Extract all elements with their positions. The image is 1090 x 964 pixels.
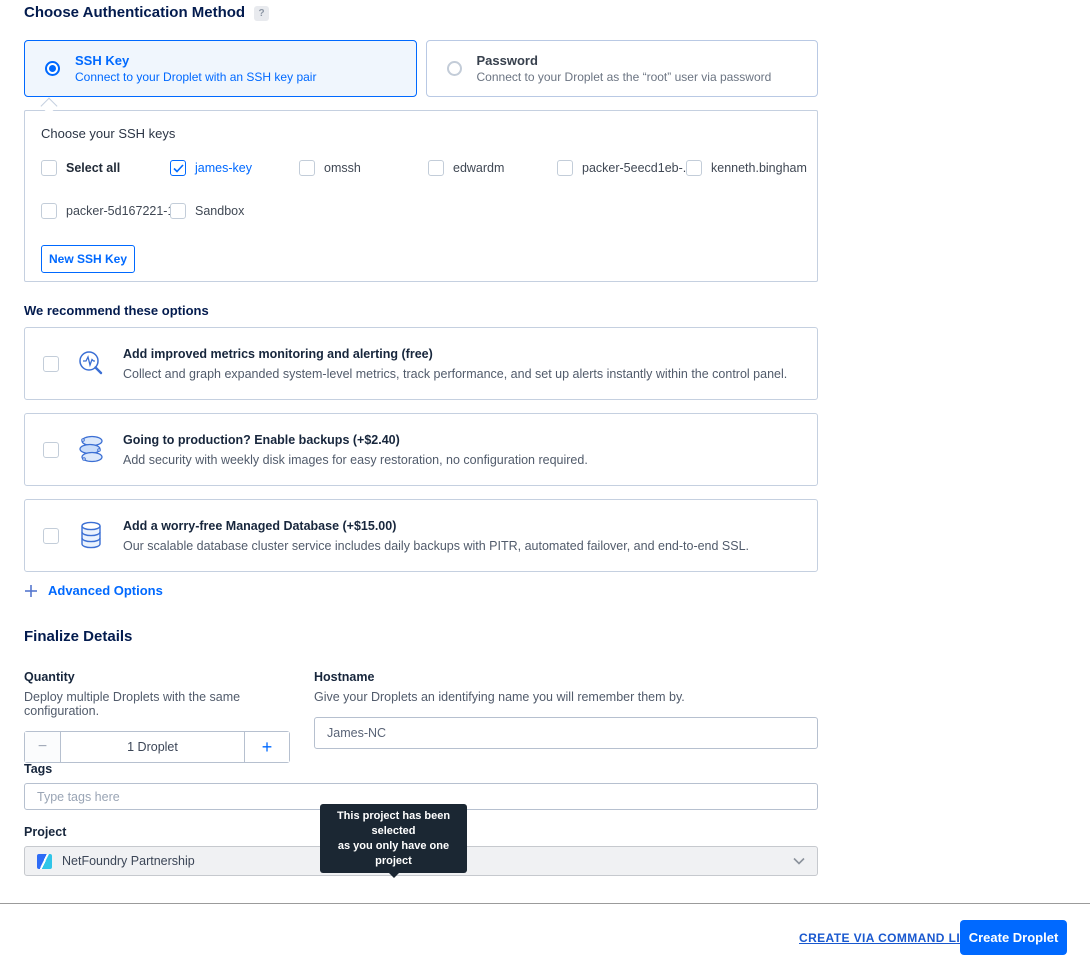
plus-icon	[24, 584, 38, 598]
ssh-keys-panel: Choose your SSH keys Select all james-ke…	[24, 110, 818, 282]
recommend-card-description: Add security with weekly disk images for…	[123, 453, 588, 467]
checkbox-icon[interactable]	[170, 203, 186, 219]
ssh-key-item-james-key[interactable]: james-key	[170, 160, 299, 176]
ssh-keys-panel-label: Choose your SSH keys	[41, 126, 801, 141]
ssh-key-label: Sandbox	[195, 204, 244, 218]
checkbox-icon[interactable]	[41, 160, 57, 176]
recommend-card-description: Our scalable database cluster service in…	[123, 539, 749, 553]
backups-icon	[74, 433, 108, 467]
metrics-monitoring-icon	[74, 347, 108, 381]
auth-option-title: SSH Key	[75, 52, 316, 70]
quantity-description: Deploy multiple Droplets with the same c…	[24, 690, 304, 718]
hostname-field: Hostname Give your Droplets an identifyi…	[314, 670, 818, 749]
ssh-key-label: james-key	[195, 161, 252, 175]
checkbox-icon[interactable]	[299, 160, 315, 176]
finalize-heading: Finalize Details	[24, 628, 132, 645]
radio-selected-icon[interactable]	[45, 61, 60, 76]
checkbox-icon[interactable]	[41, 203, 57, 219]
auth-option-password[interactable]: Password Connect to your Droplet as the …	[426, 40, 819, 97]
auth-method-options: SSH Key Connect to your Droplet with an …	[24, 40, 818, 97]
ssh-key-label: edwardm	[453, 161, 504, 175]
recommend-card-metrics[interactable]: Add improved metrics monitoring and aler…	[24, 327, 818, 400]
managed-database-icon	[74, 519, 108, 553]
ssh-key-label: Select all	[66, 161, 120, 175]
checkbox-icon[interactable]	[557, 160, 573, 176]
footer-divider	[0, 903, 1090, 904]
recommend-card-title: Going to production? Enable backups (+$2…	[123, 433, 588, 447]
tags-label: Tags	[24, 762, 818, 776]
chevron-down-icon	[793, 857, 805, 865]
page-title-text: Choose Authentication Method	[24, 4, 245, 21]
advanced-options-label: Advanced Options	[48, 583, 163, 598]
quantity-decrement-button[interactable]: −	[25, 732, 61, 762]
ssh-key-label: omssh	[324, 161, 361, 175]
project-icon	[37, 854, 52, 869]
ssh-key-label: packer-5d167221-1...	[66, 204, 185, 218]
quantity-label: Quantity	[24, 670, 304, 684]
ssh-key-label: kenneth.bingham	[711, 161, 807, 175]
radio-unselected-icon[interactable]	[447, 61, 462, 76]
help-icon[interactable]: ?	[254, 6, 269, 21]
quantity-stepper: − 1 Droplet +	[24, 731, 290, 763]
create-droplet-button[interactable]: Create Droplet	[960, 920, 1067, 955]
project-tooltip-line1: This project has been selected	[326, 809, 461, 839]
quantity-field: Quantity Deploy multiple Droplets with t…	[24, 670, 304, 763]
recommend-card-description: Collect and graph expanded system-level …	[123, 367, 787, 381]
ssh-key-item-packer-5eecd1eb[interactable]: packer-5eecd1eb-...	[557, 160, 686, 176]
auth-option-ssh-key[interactable]: SSH Key Connect to your Droplet with an …	[24, 40, 417, 97]
recommend-card-title: Add a worry-free Managed Database (+$15.…	[123, 519, 749, 533]
advanced-options-link[interactable]: Advanced Options	[24, 583, 163, 598]
page-title: Choose Authentication Method ?	[24, 4, 269, 21]
create-via-command-line-link[interactable]: CREATE VIA COMMAND LINE	[799, 931, 978, 945]
checkbox-icon[interactable]	[428, 160, 444, 176]
recommend-heading: We recommend these options	[24, 303, 209, 318]
checkbox-icon[interactable]	[43, 442, 59, 458]
ssh-keys-grid: Select all james-key omssh edwardm packe…	[41, 160, 801, 219]
ssh-key-label: packer-5eecd1eb-...	[582, 161, 693, 175]
auth-option-description: Connect to your Droplet as the “root” us…	[477, 69, 772, 85]
checkbox-checked-icon[interactable]	[170, 160, 186, 176]
project-tooltip-line2: as you only have one project	[326, 839, 461, 869]
auth-option-title: Password	[477, 52, 772, 70]
ssh-key-item-sandbox[interactable]: Sandbox	[170, 203, 299, 219]
recommend-card-title: Add improved metrics monitoring and aler…	[123, 347, 787, 361]
hostname-label: Hostname	[314, 670, 818, 684]
ssh-key-item-kenneth-bingham[interactable]: kenneth.bingham	[686, 160, 807, 176]
recommend-card-database[interactable]: Add a worry-free Managed Database (+$15.…	[24, 499, 818, 572]
auth-option-description: Connect to your Droplet with an SSH key …	[75, 69, 316, 85]
hostname-description: Give your Droplets an identifying name y…	[314, 690, 818, 704]
hostname-input[interactable]	[314, 717, 818, 749]
checkbox-icon[interactable]	[43, 528, 59, 544]
checkbox-icon[interactable]	[686, 160, 702, 176]
ssh-key-item-omssh[interactable]: omssh	[299, 160, 428, 176]
new-ssh-key-button[interactable]: New SSH Key	[41, 245, 135, 273]
ssh-key-item-edwardm[interactable]: edwardm	[428, 160, 557, 176]
recommend-card-backups[interactable]: Going to production? Enable backups (+$2…	[24, 413, 818, 486]
checkbox-icon[interactable]	[43, 356, 59, 372]
quantity-value: 1 Droplet	[61, 732, 244, 762]
project-tooltip: This project has been selected as you on…	[320, 804, 467, 873]
ssh-key-item-select-all[interactable]: Select all	[41, 160, 170, 176]
ssh-key-item-packer-5d167221[interactable]: packer-5d167221-1...	[41, 203, 170, 219]
quantity-increment-button[interactable]: +	[244, 732, 289, 762]
tags-field: Tags	[24, 762, 818, 810]
